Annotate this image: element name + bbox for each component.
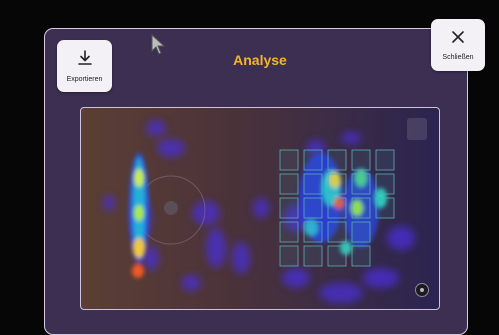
heatmap-image: [103, 120, 415, 303]
download-icon: [76, 49, 94, 72]
dialog-title: Analyse: [233, 52, 287, 68]
cursor-icon: [150, 33, 170, 60]
close-icon: [450, 29, 466, 50]
heatmap-viewer[interactable]: [80, 107, 440, 310]
export-button-label: Exportieren: [66, 76, 103, 83]
close-button[interactable]: Schließen: [431, 19, 485, 71]
record-icon[interactable]: [415, 283, 429, 297]
close-button-label: Schließen: [442, 54, 474, 61]
export-button[interactable]: Exportieren: [57, 40, 112, 92]
layer-toggle-icon[interactable]: [407, 118, 427, 140]
grid-overlay: [279, 149, 395, 267]
